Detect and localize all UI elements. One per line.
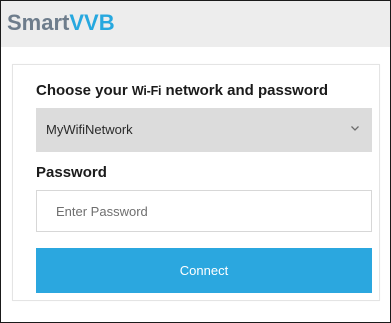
password-input[interactable]: Enter Password (36, 190, 372, 232)
network-heading: Choose your Wi-Fi network and password (36, 82, 328, 100)
network-select[interactable]: MyWifiNetwork (36, 108, 372, 152)
brand-name-part2: VVB (69, 10, 115, 35)
network-heading-prefix: Choose your (36, 82, 132, 99)
brand-logo: SmartVVB (7, 9, 115, 37)
app-header: SmartVVB (1, 1, 390, 47)
network-select-value: MyWifiNetwork (46, 122, 133, 137)
network-heading-suffix: network and password (161, 82, 328, 99)
password-placeholder: Enter Password (56, 204, 148, 219)
brand-name-part1: Smart (7, 10, 70, 35)
password-label: Password (36, 164, 107, 181)
connect-button[interactable]: Connect (36, 248, 372, 293)
chevron-down-icon (351, 126, 359, 131)
network-heading-wifi: Wi-Fi (131, 84, 162, 98)
